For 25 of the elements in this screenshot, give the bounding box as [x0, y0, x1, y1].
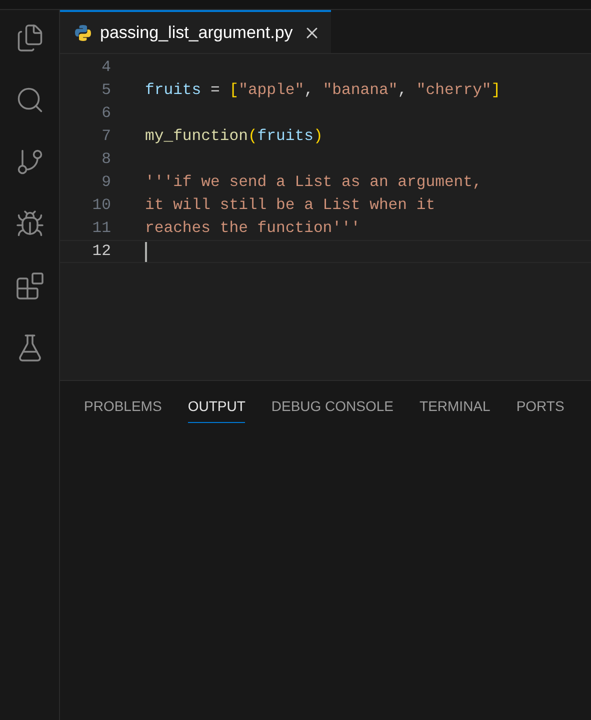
panel-tab[interactable]: PROBLEMS — [84, 394, 162, 423]
line-number: 7 — [100, 126, 111, 147]
panel-tab[interactable]: PORTS — [516, 394, 564, 423]
python-icon — [74, 24, 92, 42]
tab-label: passing_list_argument.py — [100, 22, 293, 44]
code-line: '''if we send a List as an argument, — [145, 172, 482, 193]
editor-tab[interactable]: passing_list_argument.py — [60, 10, 331, 53]
line-number: 9 — [100, 172, 111, 193]
line-number: 11 — [91, 218, 111, 239]
line-number: 10 — [91, 194, 111, 216]
code-line: my_function(fruits) — [145, 126, 323, 147]
line-number: 4 — [100, 56, 111, 78]
line-number: 12 — [91, 240, 111, 262]
code-line: reaches the function''' — [145, 218, 360, 239]
bug-icon[interactable] — [14, 209, 44, 239]
line-number: 8 — [100, 148, 111, 170]
code-line: it will still be a List when it — [145, 194, 436, 216]
panel-tab[interactable]: DEBUG CONSOLE — [271, 394, 394, 423]
line-number: 5 — [100, 80, 111, 101]
text-cursor — [145, 242, 147, 262]
panel-tab[interactable]: TERMINAL — [420, 394, 490, 423]
code-line: fruits = ["apple", "banana", "cherry"] — [145, 80, 501, 101]
panel-tab[interactable]: OUTPUT — [188, 394, 246, 423]
blocks-icon[interactable] — [14, 271, 44, 301]
line-number: 6 — [100, 102, 111, 124]
